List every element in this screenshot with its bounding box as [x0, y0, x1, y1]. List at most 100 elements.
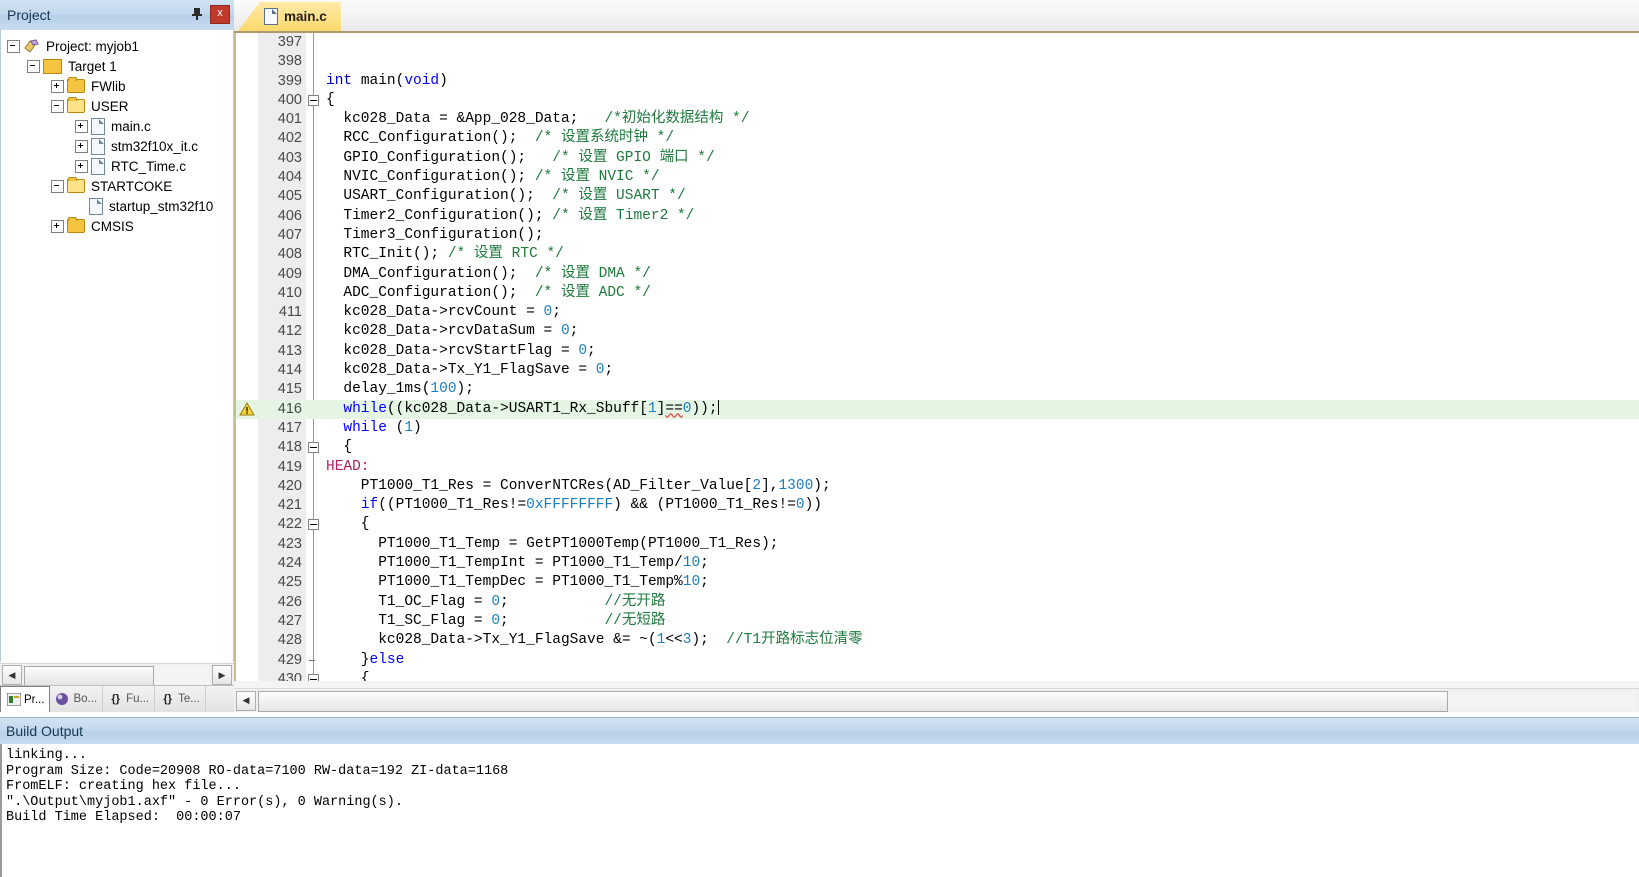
code-line-411[interactable]: 411 kc028_Data->rcvCount = 0; — [236, 303, 1639, 322]
doc-icon — [89, 197, 103, 215]
code-line-399[interactable]: 399 int main(void) — [236, 72, 1639, 91]
code-line-417[interactable]: 417 while (1) — [236, 419, 1639, 438]
expand-icon[interactable] — [75, 139, 88, 153]
code-text: T1_SC_Flag = 0; //无短路 — [326, 612, 666, 629]
code-line-397[interactable]: 397 — [236, 33, 1639, 52]
collapse-icon[interactable] — [7, 39, 20, 53]
code-line-428[interactable]: 428 kc028_Data->Tx_Y1_FlagSave &= ~(1<<3… — [236, 631, 1639, 650]
code-line-412[interactable]: 412 kc028_Data->rcvDataSum = 0; — [236, 322, 1639, 341]
tree-item-startup-stm32f10[interactable]: startup_stm32f10 — [1, 196, 233, 216]
editor-tab-strip[interactable]: main.c — [234, 0, 1639, 33]
build-output-text[interactable]: linking... Program Size: Code=20908 RO-da… — [0, 744, 1639, 877]
tree-item-rtc-time-c[interactable]: RTC_Time.c — [1, 156, 233, 176]
tab-label: main.c — [284, 9, 327, 24]
fold-toggle-icon[interactable] — [308, 442, 319, 454]
fold-toggle-icon[interactable] — [308, 655, 319, 666]
project-tree[interactable]: Project: myjob1 Target 1 FWlib USER main.c st… — [0, 30, 234, 662]
code-line-413[interactable]: 413 kc028_Data->rcvStartFlag = 0; — [236, 342, 1639, 361]
line-number: 418 — [277, 439, 302, 456]
panel-tab-pr[interactable]: Pr... — [0, 686, 51, 712]
tab-main-c[interactable]: main.c — [238, 2, 341, 31]
code-editor[interactable]: 397 398 399 int main(void) 400 {401 kc028_Dat… — [234, 33, 1639, 681]
scroll-right-arrow-icon[interactable]: ▶ — [212, 665, 232, 685]
code-line-429[interactable]: 429 }else — [236, 651, 1639, 670]
code-line-410[interactable]: 410 ADC_Configuration(); /* 设置 ADC */ — [236, 284, 1639, 303]
expand-icon[interactable] — [51, 219, 64, 233]
text-caret — [717, 399, 719, 415]
code-line-421[interactable]: 421 if((PT1000_T1_Res!=0xFFFFFFFF) && (P… — [236, 496, 1639, 515]
code-line-404[interactable]: 404 NVIC_Configuration(); /* 设置 NVIC */ — [236, 168, 1639, 187]
line-number: 397 — [277, 34, 302, 50]
project-panel-tabs[interactable]: Pr... Bo... {} Fu... {} Te... — [0, 685, 234, 712]
panel-tab-bo[interactable]: Bo... — [50, 686, 104, 712]
code-line-419[interactable]: 419 HEAD: — [236, 458, 1639, 477]
project-tree-hscrollbar[interactable]: ◀ ▶ — [0, 663, 234, 686]
line-number: 414 — [277, 362, 302, 379]
panel-tab-fu[interactable]: {} Fu... — [103, 686, 156, 712]
code-line-400[interactable]: 400 { — [236, 91, 1639, 110]
keil-uvision-window: Project x Project: myjob1 Target 1 FWlib US… — [0, 0, 1639, 877]
pin-icon[interactable] — [188, 4, 206, 24]
tree-item-user[interactable]: USER — [1, 96, 233, 116]
line-number: 423 — [277, 535, 302, 552]
editor-scrollbar-thumb[interactable] — [258, 691, 1448, 712]
code-line-426[interactable]: 426 T1_OC_Flag = 0; //无开路 — [236, 593, 1639, 612]
expand-icon[interactable] — [75, 159, 88, 173]
code-line-427[interactable]: 427 T1_SC_Flag = 0; //无短路 — [236, 612, 1639, 631]
code-line-398[interactable]: 398 — [236, 52, 1639, 71]
code-line-401[interactable]: 401 kc028_Data = &App_028_Data; /*初始化数据结… — [236, 110, 1639, 129]
code-line-406[interactable]: 406 Timer2_Configuration(); /* 设置 Timer2… — [236, 207, 1639, 226]
editor-scrollbar-track[interactable] — [258, 691, 1637, 712]
doc-icon — [91, 117, 105, 135]
code-line-422[interactable]: 422 { — [236, 515, 1639, 534]
code-text: kc028_Data->rcvDataSum = 0; — [326, 323, 579, 340]
code-line-430[interactable]: 430 { — [236, 670, 1639, 681]
code-lines[interactable]: 397 398 399 int main(void) 400 {401 kc028_Dat… — [236, 33, 1639, 681]
panel-tab-te[interactable]: {} Te... — [155, 686, 206, 712]
code-line-420[interactable]: 420 PT1000_T1_Res = ConverNTCRes(AD_Filt… — [236, 477, 1639, 496]
editor-hscrollbar[interactable]: ◀ — [234, 688, 1639, 712]
code-line-416[interactable]: 416 while((kc028_Data->USART1_Rx_Sbuff[1… — [236, 399, 1639, 419]
scrollbar-track[interactable] — [24, 666, 210, 686]
scroll-left-arrow-icon[interactable]: ◀ — [2, 665, 22, 685]
code-text: NVIC_Configuration(); /* 设置 NVIC */ — [326, 169, 660, 186]
code-line-414[interactable]: 414 kc028_Data->Tx_Y1_FlagSave = 0; — [236, 361, 1639, 380]
code-line-415[interactable]: 415 delay_1ms(100); — [236, 380, 1639, 399]
code-text: { — [326, 516, 370, 533]
collapse-icon[interactable] — [27, 59, 40, 73]
code-line-407[interactable]: 407 Timer3_Configuration(); — [236, 226, 1639, 245]
expand-icon[interactable] — [75, 119, 88, 133]
close-icon[interactable]: x — [210, 4, 230, 24]
fold-toggle-icon[interactable] — [308, 94, 319, 106]
code-text: int main(void) — [326, 72, 448, 89]
line-number: 424 — [277, 555, 302, 572]
code-line-403[interactable]: 403 GPIO_Configuration(); /* 设置 GPIO 端口 … — [236, 149, 1639, 168]
tree-item-fwlib[interactable]: FWlib — [1, 76, 233, 96]
code-line-409[interactable]: 409 DMA_Configuration(); /* 设置 DMA */ — [236, 265, 1639, 284]
code-line-405[interactable]: 405 USART_Configuration(); /* 设置 USART *… — [236, 187, 1639, 206]
code-text: DMA_Configuration(); /* 设置 DMA */ — [326, 265, 651, 282]
collapse-icon[interactable] — [51, 179, 64, 193]
editor-scroll-left-arrow-icon[interactable]: ◀ — [236, 690, 256, 711]
fold-toggle-icon[interactable] — [308, 519, 319, 531]
code-line-408[interactable]: 408 RTC_Init(); /* 设置 RTC */ — [236, 245, 1639, 264]
collapse-icon[interactable] — [51, 99, 64, 113]
fold-toggle-icon[interactable] — [308, 673, 319, 681]
code-line-423[interactable]: 423 PT1000_T1_Temp = GetPT1000Temp(PT100… — [236, 535, 1639, 554]
target-icon — [43, 58, 62, 74]
code-line-402[interactable]: 402 RCC_Configuration(); /* 设置系统时钟 */ — [236, 129, 1639, 148]
build-output-panel: Build Output linking... Program Size: Cod… — [0, 717, 1639, 877]
tree-item-startcoke[interactable]: STARTCOKE — [1, 176, 233, 196]
code-line-425[interactable]: 425 PT1000_T1_TempDec = PT1000_T1_Temp%1… — [236, 573, 1639, 592]
tree-item-cmsis[interactable]: CMSIS — [1, 216, 233, 236]
expand-icon[interactable] — [51, 79, 64, 93]
line-number: 411 — [278, 304, 302, 321]
code-text: { — [326, 439, 353, 456]
code-line-424[interactable]: 424 PT1000_T1_TempInt = PT1000_T1_Temp/1… — [236, 554, 1639, 573]
tree-item-main-c[interactable]: main.c — [1, 116, 233, 136]
tree-item-stm32f10x-it-c[interactable]: stm32f10x_it.c — [1, 136, 233, 156]
scrollbar-thumb[interactable] — [24, 666, 154, 686]
tree-item-target-1[interactable]: Target 1 — [1, 56, 233, 76]
tree-item-project-myjob1[interactable]: Project: myjob1 — [1, 36, 233, 56]
code-line-418[interactable]: 418 { — [236, 438, 1639, 457]
